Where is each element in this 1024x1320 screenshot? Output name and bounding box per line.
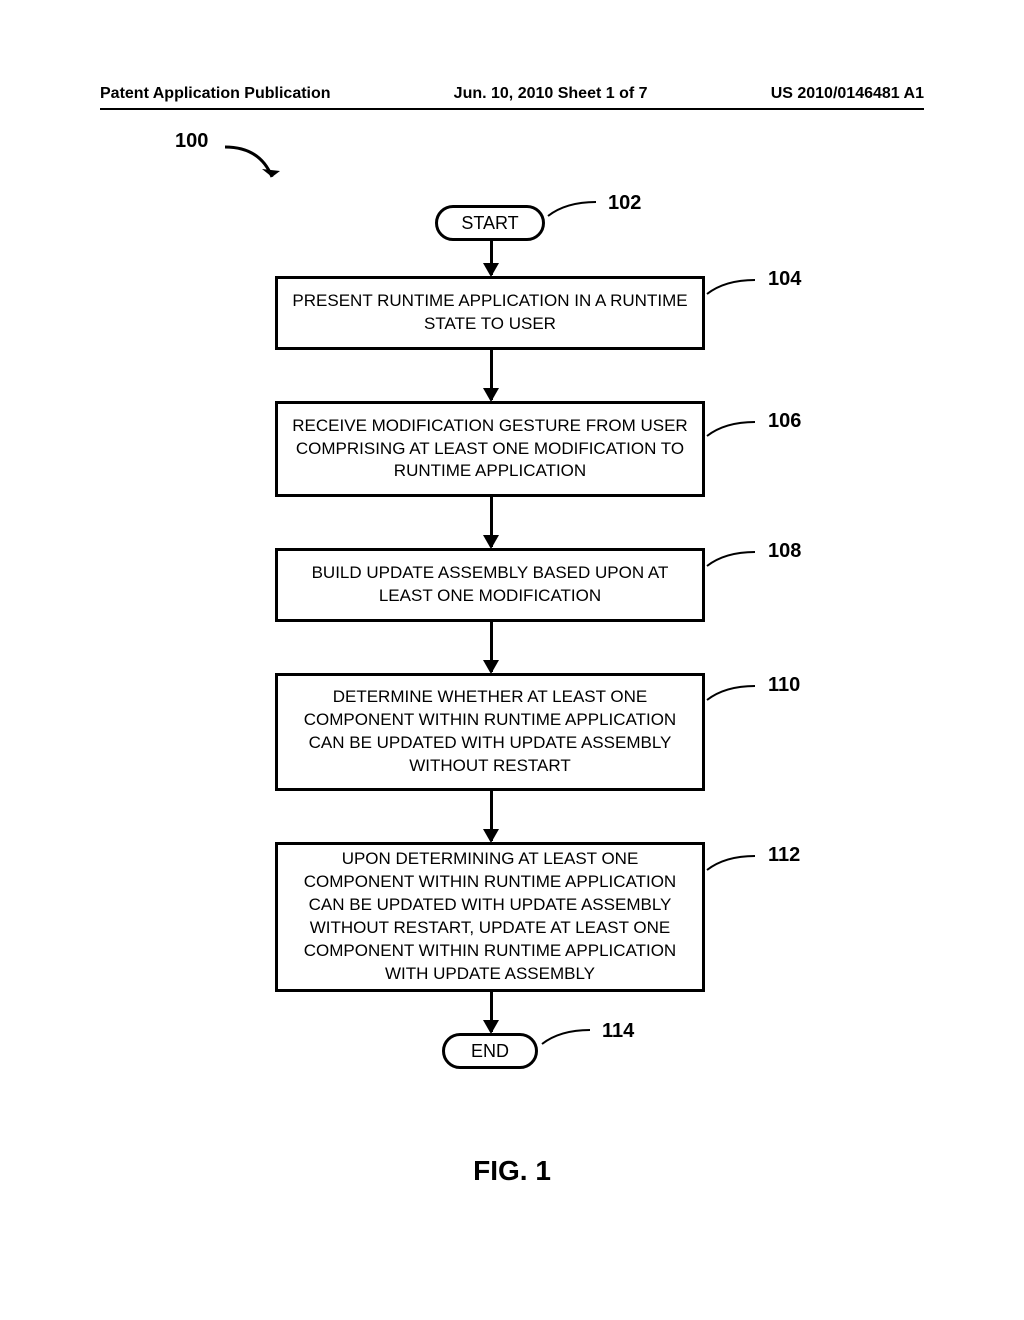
node-step4: DETERMINE WHETHER AT LEAST ONE COMPONENT… [275, 673, 705, 791]
leader-108-icon [705, 548, 765, 572]
page-header: Patent Application Publication Jun. 10, … [100, 85, 924, 110]
ref-106: 106 [768, 410, 801, 433]
figure-label: FIG. 1 [0, 1155, 1024, 1187]
leader-102-icon [546, 196, 606, 220]
arrow-100-icon [220, 135, 290, 195]
node-step3-label: BUILD UPDATE ASSEMBLY BASED UPON AT LEAS… [290, 562, 690, 608]
node-end-label: END [471, 1039, 509, 1063]
connector-6 [490, 992, 493, 1032]
header-pubnumber: US 2010/0146481 A1 [771, 85, 924, 103]
ref-110: 110 [768, 674, 800, 697]
node-start: START [435, 205, 545, 241]
node-step4-label: DETERMINE WHETHER AT LEAST ONE COMPONENT… [290, 686, 690, 778]
ref-112: 112 [768, 844, 800, 867]
ref-114: 114 [602, 1020, 634, 1043]
ref-102: 102 [608, 192, 641, 215]
node-step5-label: UPON DETERMINING AT LEAST ONE COMPONENT … [290, 848, 690, 986]
ref-108: 108 [768, 540, 801, 563]
ref-104: 104 [768, 268, 801, 291]
node-step5: UPON DETERMINING AT LEAST ONE COMPONENT … [275, 842, 705, 992]
header-publication: Patent Application Publication [100, 85, 331, 103]
leader-112-icon [705, 852, 765, 876]
node-end: END [442, 1033, 538, 1069]
connector-1 [490, 241, 493, 275]
node-step2: RECEIVE MODIFICATION GESTURE FROM USER C… [275, 401, 705, 497]
node-start-label: START [461, 211, 518, 235]
node-step1-label: PRESENT RUNTIME APPLICATION IN A RUNTIME… [290, 290, 690, 336]
header-date-sheet: Jun. 10, 2010 Sheet 1 of 7 [454, 85, 648, 103]
connector-4 [490, 622, 493, 672]
connector-5 [490, 791, 493, 841]
ref-100: 100 [175, 130, 208, 153]
connector-3 [490, 497, 493, 547]
leader-106-icon [705, 418, 765, 442]
connector-2 [490, 350, 493, 400]
leader-110-icon [705, 682, 765, 706]
node-step3: BUILD UPDATE ASSEMBLY BASED UPON AT LEAS… [275, 548, 705, 622]
page: Patent Application Publication Jun. 10, … [0, 0, 1024, 1320]
node-step1: PRESENT RUNTIME APPLICATION IN A RUNTIME… [275, 276, 705, 350]
leader-104-icon [705, 276, 765, 300]
node-step2-label: RECEIVE MODIFICATION GESTURE FROM USER C… [290, 415, 690, 484]
leader-114-icon [540, 1024, 600, 1048]
